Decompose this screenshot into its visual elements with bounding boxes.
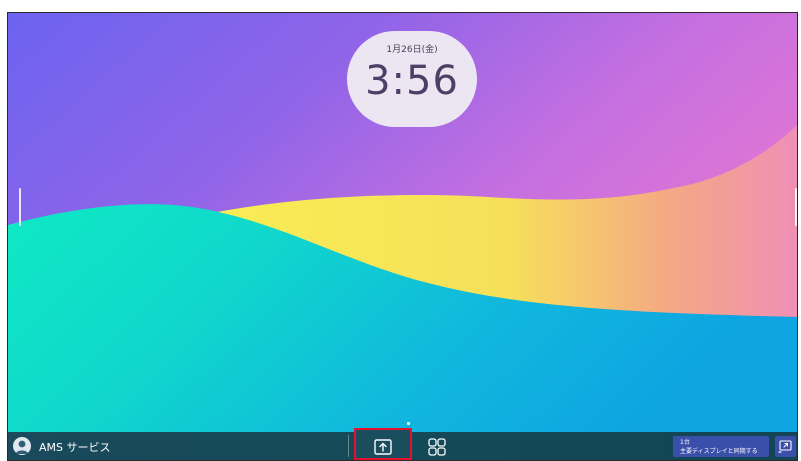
page-indicator xyxy=(407,422,410,425)
left-edge-handle[interactable] xyxy=(19,188,21,226)
user-service-label[interactable]: AMS サービス xyxy=(39,439,111,455)
display-frame: 1月26日(金) 3:56 AMS サービス 1台 主要ディスプレイと同期する xyxy=(7,12,798,461)
cast-display-icon xyxy=(778,440,792,453)
screen-share-icon xyxy=(374,439,392,455)
clock-time: 3:56 xyxy=(365,58,459,104)
sync-display-label: 主要ディスプレイと同期する xyxy=(680,448,758,455)
lock-clock: 1月26日(金) 3:56 xyxy=(347,31,477,127)
display-count-label: 1台 xyxy=(680,439,690,446)
taskbar-divider xyxy=(348,435,349,457)
apps-button[interactable] xyxy=(427,437,447,457)
user-avatar-icon[interactable] xyxy=(13,437,31,455)
right-edge-handle[interactable] xyxy=(795,188,797,226)
cast-button[interactable] xyxy=(775,436,796,457)
screen: 1月26日(金) 3:56 AMS サービス 1台 主要ディスプレイと同期する xyxy=(0,0,801,461)
share-button[interactable] xyxy=(354,428,412,460)
taskbar: AMS サービス 1台 主要ディスプレイと同期する xyxy=(8,428,797,460)
clock-date: 1月26日(金) xyxy=(386,45,438,55)
app-grid-icon xyxy=(428,438,446,456)
display-sync-panel[interactable]: 1台 主要ディスプレイと同期する xyxy=(673,436,769,457)
